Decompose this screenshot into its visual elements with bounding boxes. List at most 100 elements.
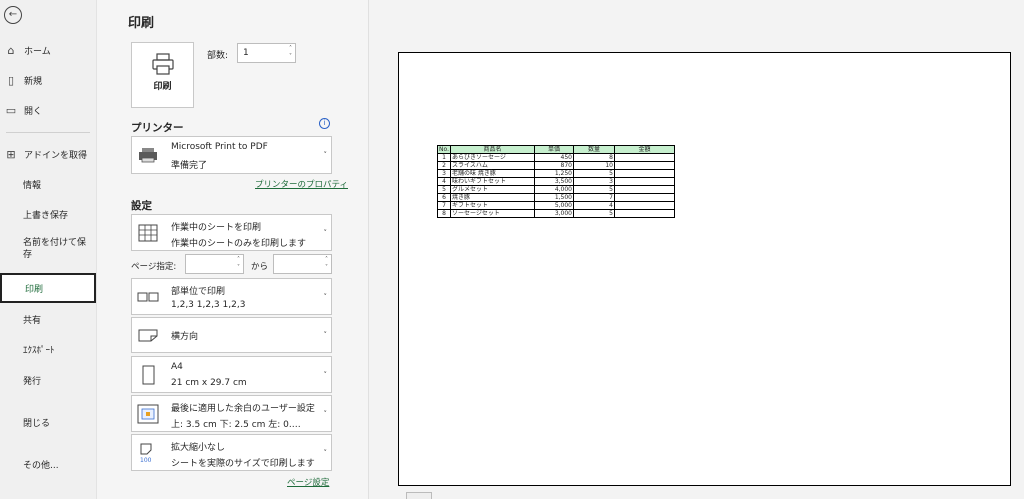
table-cell: あらびきソーセージ bbox=[450, 153, 535, 162]
column-header: 商品名 bbox=[450, 145, 535, 154]
sidebar-item-home[interactable]: ⌂ ホーム bbox=[0, 41, 96, 59]
sidebar-item-save[interactable]: 上書き保存 bbox=[0, 205, 96, 223]
print-scope-dropdown[interactable]: 作業中のシートを印刷 作業中のシートのみを印刷します ˅ bbox=[131, 214, 332, 251]
table-cell: 焼き豚 bbox=[450, 193, 535, 202]
paper-size-subtitle: 21 cm x 29.7 cm bbox=[171, 378, 247, 388]
sidebar-item-share[interactable]: 共有 bbox=[0, 310, 96, 328]
table-cell: 3 bbox=[437, 169, 451, 178]
spin-arrows-icon[interactable]: ˄ ˅ bbox=[325, 256, 328, 272]
table-row: 7 ギフトセット 5,000 4 bbox=[437, 201, 675, 210]
folder-icon: ▭ bbox=[5, 103, 17, 117]
sidebar-item-save-as[interactable]: 名前を付けて保存 bbox=[0, 237, 90, 265]
table-cell: スライスハム bbox=[450, 161, 535, 170]
scaling-dropdown[interactable]: 100 拡大縮小なし シートを実際のサイズで印刷します ˅ bbox=[131, 434, 332, 471]
table-cell: グルメセット bbox=[450, 185, 535, 194]
sidebar-item-label: 開く bbox=[24, 106, 43, 117]
margins-icon bbox=[137, 404, 159, 423]
print-scope-subtitle: 作業中のシートのみを印刷します bbox=[171, 239, 307, 249]
chevron-down-icon: ˅ bbox=[323, 370, 328, 379]
sidebar-item-more[interactable]: その他... bbox=[0, 455, 96, 473]
table-cell: 5 bbox=[573, 169, 615, 178]
printer-dropdown[interactable]: Microsoft Print to PDF 準備完了 ˅ bbox=[131, 136, 332, 174]
table-cell: 味わいギフトセット bbox=[450, 177, 535, 186]
table-cell: 8 bbox=[573, 153, 615, 162]
collate-dropdown[interactable]: 部単位で印刷 1,2,3 1,2,3 1,2,3 ˅ bbox=[131, 278, 332, 315]
scaling-subtitle: シートを実際のサイズで印刷します bbox=[171, 459, 315, 469]
sidebar-item-label: その他... bbox=[23, 460, 59, 471]
table-cell bbox=[614, 169, 675, 178]
table-cell: 3,500 bbox=[534, 177, 574, 186]
page-navigation-control[interactable] bbox=[406, 492, 432, 499]
print-preview-area: No. 商品名 単価 数量 金額 1 あらびきソーセージ 450 8 2 スライ… bbox=[368, 0, 1024, 499]
page-setup-link[interactable]: ページ設定 bbox=[287, 476, 329, 488]
sheet-grid-icon bbox=[138, 224, 158, 241]
spin-arrows-icon[interactable]: ˄ ˅ bbox=[289, 45, 292, 61]
pages-from-input[interactable]: ˄ ˅ bbox=[185, 254, 244, 274]
table-cell: 2 bbox=[437, 161, 451, 170]
preview-table: No. 商品名 単価 数量 金額 1 あらびきソーセージ 450 8 2 スライ… bbox=[437, 145, 675, 218]
sidebar-item-get-addins[interactable]: ⊞ アドインを取得 bbox=[0, 145, 96, 163]
printer-device-icon bbox=[139, 148, 157, 163]
new-file-icon: ▯ bbox=[7, 73, 15, 87]
chevron-down-icon: ˅ bbox=[323, 331, 328, 339]
table-cell: 5 bbox=[573, 185, 615, 194]
pages-label: ページ指定: bbox=[131, 262, 177, 272]
table-row: 5 グルメセット 4,000 5 bbox=[437, 185, 675, 194]
print-button-label: 印刷 bbox=[153, 82, 172, 92]
backstage-sidebar: ← ⌂ ホーム ▯ 新規 ▭ 開く ⊞ アドインを取得 情報 上書き保存 名前を… bbox=[0, 0, 97, 499]
table-cell: 10 bbox=[573, 161, 615, 170]
table-header-row: No. 商品名 単価 数量 金額 bbox=[437, 145, 675, 154]
print-button[interactable]: 印刷 bbox=[131, 42, 194, 108]
table-cell bbox=[614, 153, 675, 162]
table-cell: ギフトセット bbox=[450, 201, 535, 210]
table-cell: 870 bbox=[534, 161, 574, 170]
table-cell: 1 bbox=[437, 153, 451, 162]
sidebar-item-info[interactable]: 情報 bbox=[0, 175, 96, 193]
margins-dropdown[interactable]: 最後に適用した余白のユーザー設定 上: 3.5 cm 下: 2.5 cm 左: … bbox=[131, 395, 332, 432]
column-header: No. bbox=[437, 145, 451, 154]
collate-icon bbox=[137, 292, 159, 301]
portrait-page-icon bbox=[142, 365, 155, 384]
orientation-dropdown[interactable]: 横方向 ˅ bbox=[131, 317, 332, 353]
copies-value: 1 bbox=[243, 48, 249, 58]
table-cell bbox=[614, 193, 675, 202]
svg-text:100: 100 bbox=[140, 457, 152, 463]
table-cell: 7 bbox=[573, 193, 615, 202]
column-header: 金額 bbox=[614, 145, 675, 154]
info-icon[interactable]: i bbox=[319, 118, 330, 129]
preview-page: No. 商品名 単価 数量 金額 1 あらびきソーセージ 450 8 2 スライ… bbox=[398, 52, 1011, 486]
table-cell bbox=[614, 177, 675, 186]
table-cell: 7 bbox=[437, 201, 451, 210]
copies-label: 部数: bbox=[207, 51, 229, 61]
table-row: 2 スライスハム 870 10 bbox=[437, 161, 675, 170]
chevron-down-icon: ˅ bbox=[323, 151, 328, 159]
column-header: 数量 bbox=[573, 145, 615, 154]
sidebar-item-new[interactable]: ▯ 新規 bbox=[0, 71, 96, 89]
margins-title: 最後に適用した余白のユーザー設定 bbox=[171, 404, 315, 414]
printer-name: Microsoft Print to PDF bbox=[171, 142, 268, 152]
table-cell: 4,000 bbox=[534, 185, 574, 194]
sidebar-item-publish[interactable]: 発行 bbox=[0, 371, 96, 389]
sidebar-item-close[interactable]: 閉じる bbox=[0, 413, 96, 431]
paper-size-dropdown[interactable]: A4 21 cm x 29.7 cm ˅ bbox=[131, 356, 332, 393]
table-row: 8 ソーセージセット 3,000 5 bbox=[437, 209, 675, 218]
table-cell: ソーセージセット bbox=[450, 209, 535, 218]
home-icon: ⌂ bbox=[7, 43, 15, 57]
table-cell bbox=[614, 185, 675, 194]
sidebar-item-print[interactable]: 印刷 bbox=[0, 273, 96, 303]
paper-size-title: A4 bbox=[171, 362, 183, 372]
scaling-title: 拡大縮小なし bbox=[171, 443, 226, 453]
copies-input[interactable]: 1 ˄ ˅ bbox=[237, 43, 296, 63]
printer-icon bbox=[151, 53, 174, 75]
printer-properties-link[interactable]: プリンターのプロパティ bbox=[255, 178, 348, 190]
pages-to-input[interactable]: ˄ ˅ bbox=[273, 254, 332, 274]
chevron-down-icon: ˅ bbox=[323, 228, 328, 237]
spin-arrows-icon[interactable]: ˄ ˅ bbox=[237, 256, 240, 272]
sidebar-item-export[interactable]: ｴｸｽﾎﾟｰﾄ bbox=[0, 340, 96, 358]
orientation-value: 横方向 bbox=[171, 332, 199, 342]
collate-subtitle: 1,2,3 1,2,3 1,2,3 bbox=[171, 300, 246, 310]
sidebar-item-label: 名前を付けて保存 bbox=[23, 238, 87, 260]
sidebar-item-open[interactable]: ▭ 開く bbox=[0, 101, 96, 119]
table-cell: 4 bbox=[437, 177, 451, 186]
back-arrow-icon[interactable]: ← bbox=[4, 6, 22, 24]
